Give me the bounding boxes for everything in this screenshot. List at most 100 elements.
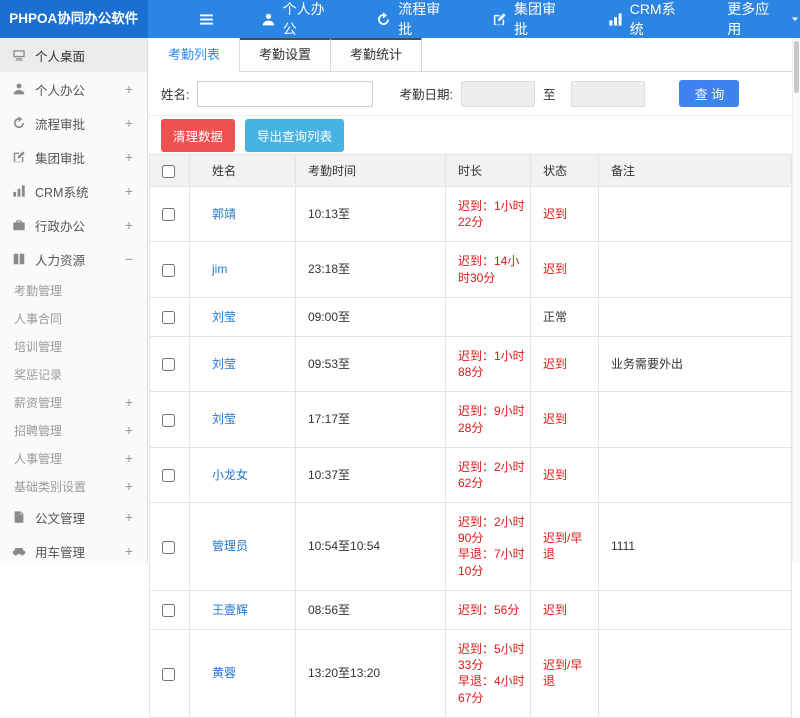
note: 1111	[599, 503, 792, 591]
hamburger-menu-button[interactable]	[198, 11, 215, 28]
sidebar-item-vehicle-mgmt[interactable]: 用车管理 +	[0, 534, 147, 563]
sidebar-item-label: CRM系统	[35, 182, 88, 201]
sidebar-subitem-reward-records[interactable]: 奖惩记录	[0, 360, 147, 388]
duration: 迟到：9小时28分	[446, 392, 531, 447]
row-checkbox[interactable]	[162, 469, 175, 482]
note	[599, 630, 792, 718]
note: 业务需要外出	[599, 336, 792, 391]
employee-name-link[interactable]: 刘莹	[212, 412, 236, 426]
col-header-duration: 时长	[446, 155, 531, 187]
name-filter-label: 姓名:	[161, 84, 189, 103]
expand-indicator[interactable]: +	[125, 395, 133, 409]
employee-name-link[interactable]: 管理员	[212, 539, 248, 553]
note	[599, 392, 792, 447]
nav-workflow-approval[interactable]: 流程审批	[376, 0, 454, 39]
sidebar-subitem-recruitment-mgmt[interactable]: 招聘管理 +	[0, 416, 147, 444]
filter-bar: 姓名: 考勤日期: 至 查 询	[149, 72, 792, 116]
date-to-input[interactable]	[571, 81, 645, 107]
expand-indicator[interactable]: +	[125, 451, 133, 465]
tab-attendance-settings[interactable]: 考勤设置	[240, 38, 331, 72]
nav-group-approval[interactable]: 集团审批	[492, 0, 570, 39]
tab-attendance-stats[interactable]: 考勤统计	[331, 38, 422, 72]
sidebar-subitem-base-category-settings[interactable]: 基础类别设置 +	[0, 472, 147, 500]
date-from-input[interactable]	[461, 81, 535, 107]
expand-indicator[interactable]: +	[125, 150, 133, 164]
employee-name-link[interactable]: 刘莹	[212, 357, 236, 371]
expand-indicator[interactable]: +	[125, 479, 133, 493]
sidebar-subitem-training-mgmt[interactable]: 培训管理	[0, 332, 147, 360]
main-content: 考勤列表 考勤设置 考勤统计 姓名: 考勤日期: 至 查 询 清理数据 导出查询…	[149, 38, 792, 563]
attendance-time: 08:56至	[296, 590, 446, 629]
attendance-time: 23:18至	[296, 242, 446, 297]
row-checkbox[interactable]	[162, 311, 175, 324]
attendance-time: 10:13至	[296, 187, 446, 242]
export-list-button[interactable]: 导出查询列表	[245, 119, 344, 152]
collapse-indicator[interactable]: −	[125, 252, 133, 266]
sidebar: 个人桌面 个人办公 + 流程审批 + 集团审批 + CRM系统 + 行政办公 +…	[0, 38, 148, 563]
sidebar-item-label: 人事合同	[14, 310, 62, 327]
expand-indicator[interactable]: +	[125, 544, 133, 558]
row-checkbox[interactable]	[162, 264, 175, 277]
row-checkbox[interactable]	[162, 358, 175, 371]
tab-attendance-list[interactable]: 考勤列表	[149, 38, 240, 72]
person-icon	[12, 82, 26, 96]
row-checkbox[interactable]	[162, 414, 175, 427]
sidebar-subitem-salary-mgmt[interactable]: 薪资管理 +	[0, 388, 147, 416]
expand-indicator[interactable]: +	[125, 510, 133, 524]
chevron-down-icon	[790, 14, 800, 24]
desktop-icon	[12, 48, 26, 62]
row-checkbox[interactable]	[162, 208, 175, 221]
sidebar-item-admin-office[interactable]: 行政办公 +	[0, 208, 147, 242]
sidebar-item-document-mgmt[interactable]: 公文管理 +	[0, 500, 147, 534]
flow-icon	[12, 116, 26, 130]
employee-name-link[interactable]: jim	[212, 262, 227, 276]
attendance-time: 09:00至	[296, 297, 446, 336]
duration: 迟到：5小时33分 早退：4小时67分	[446, 630, 531, 718]
page-scrollbar[interactable]	[792, 38, 800, 563]
status: 迟到	[531, 447, 599, 502]
flow-icon	[376, 12, 391, 27]
row-checkbox[interactable]	[162, 668, 175, 681]
attendance-time: 17:17至	[296, 392, 446, 447]
sidebar-item-workflow-approval[interactable]: 流程审批 +	[0, 106, 147, 140]
expand-indicator[interactable]: +	[125, 218, 133, 232]
sidebar-item-hr[interactable]: 人力资源 −	[0, 242, 147, 276]
status: 迟到	[531, 392, 599, 447]
nav-crm-system[interactable]: CRM系统	[608, 0, 690, 39]
clean-data-button[interactable]: 清理数据	[161, 119, 235, 152]
row-checkbox[interactable]	[162, 541, 175, 554]
sidebar-item-group-approval[interactable]: 集团审批 +	[0, 140, 147, 174]
table-row: jim 23:18至 迟到：14小时30分 迟到	[150, 242, 792, 297]
status: 迟到	[531, 187, 599, 242]
sidebar-subitem-attendance-mgmt[interactable]: 考勤管理	[0, 276, 147, 304]
expand-indicator[interactable]: +	[125, 82, 133, 96]
nav-personal-office[interactable]: 个人办公	[261, 0, 339, 39]
select-all-checkbox[interactable]	[162, 165, 175, 178]
employee-name-link[interactable]: 刘莹	[212, 310, 236, 324]
employee-name-link[interactable]: 黄蓉	[212, 666, 236, 680]
sidebar-item-personal-office[interactable]: 个人办公 +	[0, 72, 147, 106]
name-filter-input[interactable]	[197, 81, 373, 107]
duration: 迟到：2小时62分	[446, 447, 531, 502]
employee-name-link[interactable]: 王壹辉	[212, 603, 248, 617]
edit-icon	[12, 150, 26, 164]
employee-name-link[interactable]: 郭靖	[212, 207, 236, 221]
search-button[interactable]: 查 询	[679, 80, 739, 107]
row-checkbox[interactable]	[162, 604, 175, 617]
expand-indicator[interactable]: +	[125, 423, 133, 437]
duration: 迟到：14小时30分	[446, 242, 531, 297]
sidebar-item-crm[interactable]: CRM系统 +	[0, 174, 147, 208]
sidebar-subitem-hr-contract[interactable]: 人事合同	[0, 304, 147, 332]
expand-indicator[interactable]: +	[125, 184, 133, 198]
employee-name-link[interactable]: 小龙女	[212, 468, 248, 482]
scrollbar-thumb[interactable]	[794, 41, 799, 93]
sidebar-item-label: 集团审批	[35, 148, 85, 167]
sidebar-item-desktop[interactable]: 个人桌面	[0, 38, 147, 72]
sidebar-subitem-personnel-mgmt[interactable]: 人事管理 +	[0, 444, 147, 472]
table-row: 小龙女 10:37至 迟到：2小时62分 迟到	[150, 447, 792, 502]
expand-indicator[interactable]: +	[125, 116, 133, 130]
sidebar-item-label: 人事管理	[14, 450, 62, 467]
table-row: 黄蓉 13:20至13:20 迟到：5小时33分 早退：4小时67分 迟到/早退	[150, 630, 792, 718]
nav-more-apps[interactable]: 更多应用	[727, 0, 800, 39]
person-icon	[261, 12, 276, 27]
